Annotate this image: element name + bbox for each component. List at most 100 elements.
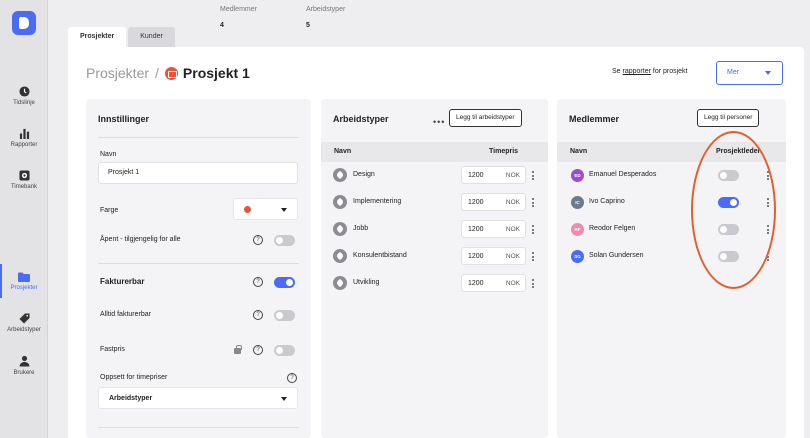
table-row: Jobb 1200 NOK bbox=[321, 216, 548, 243]
highlight-annotation bbox=[691, 131, 776, 289]
rate-value: 1200 bbox=[468, 172, 484, 179]
tag-icon bbox=[333, 168, 347, 182]
worktype-name: Implementering bbox=[353, 198, 402, 205]
rate-setup-label: Oppsett for timepriser bbox=[100, 374, 168, 381]
sidebar-item-brukere[interactable]: Brukere bbox=[0, 355, 48, 376]
rate-value: 1200 bbox=[468, 226, 484, 233]
rate-value: 1200 bbox=[468, 280, 484, 287]
help-icon[interactable]: ? bbox=[253, 310, 263, 320]
stat-value: 4 bbox=[220, 22, 224, 29]
billable-label: Fakturerbar bbox=[100, 277, 145, 286]
open-toggle[interactable] bbox=[274, 235, 295, 246]
stat-worktypes: Arbeidstyper 5 bbox=[306, 6, 345, 29]
rate-input[interactable]: 1200 NOK bbox=[461, 220, 526, 238]
report-link[interactable]: rapporter bbox=[623, 68, 651, 75]
tag-icon bbox=[333, 249, 347, 263]
currency: NOK bbox=[505, 226, 520, 233]
currency: NOK bbox=[505, 253, 520, 260]
rate-input[interactable]: 1200 NOK bbox=[461, 274, 526, 292]
member-name: Reodor Felgen bbox=[589, 225, 636, 232]
color-select[interactable] bbox=[233, 198, 298, 220]
avatar: SG bbox=[571, 250, 584, 263]
billable-toggle[interactable] bbox=[274, 277, 295, 288]
name-input[interactable]: Prosjekt 1 bbox=[98, 162, 298, 184]
rate-input[interactable]: 1200 NOK bbox=[461, 247, 526, 265]
sidebar-item-label: Rapporter bbox=[10, 142, 38, 148]
stat-members: Medlemmer 4 bbox=[220, 6, 257, 29]
worktypes-more-icon[interactable]: ••• bbox=[433, 117, 445, 127]
help-icon[interactable]: ? bbox=[287, 373, 297, 383]
avatar: RF bbox=[571, 223, 584, 236]
row-menu-icon[interactable] bbox=[532, 171, 535, 182]
page-title: Prosjekt 1 bbox=[182, 65, 250, 81]
row-menu-icon[interactable] bbox=[532, 252, 535, 263]
more-button[interactable]: Mer bbox=[716, 61, 783, 85]
clock-icon bbox=[18, 86, 30, 97]
worktype-name: Jobb bbox=[353, 225, 369, 232]
worktypes-panel: Arbeidstyper Legg til arbeidstyper Navn … bbox=[321, 99, 548, 438]
rate-input[interactable]: 1200 NOK bbox=[461, 166, 526, 184]
row-menu-icon[interactable] bbox=[532, 225, 535, 236]
main-tabs: Prosjekter Kunder bbox=[68, 27, 177, 47]
report-suffix: for prosjekt bbox=[652, 68, 688, 75]
currency: NOK bbox=[505, 280, 520, 287]
stat-label: Medlemmer bbox=[220, 6, 257, 13]
currency: NOK bbox=[505, 199, 520, 206]
help-icon[interactable]: ? bbox=[253, 277, 263, 287]
more-button-label: Mer bbox=[727, 69, 740, 76]
rate-setup-value: Arbeidstyper bbox=[109, 395, 153, 402]
settings-title: Innstillinger bbox=[98, 114, 150, 124]
app-logo[interactable] bbox=[12, 11, 36, 35]
lock-icon bbox=[234, 345, 242, 354]
user-icon bbox=[18, 355, 30, 367]
chevron-down-icon bbox=[281, 208, 287, 212]
breadcrumb-parent[interactable]: Prosjekter bbox=[86, 65, 149, 81]
sidebar-item-rapporter[interactable]: Rapporter bbox=[0, 128, 48, 148]
report-link-text: Se rapporter for prosjekt bbox=[612, 68, 688, 75]
breadcrumb: Prosjekter / Prosjekt 1 bbox=[86, 65, 250, 81]
tag-icon bbox=[333, 276, 347, 290]
stat-value: 5 bbox=[306, 22, 310, 29]
rate-setup-select[interactable]: Arbeidstyper bbox=[98, 387, 298, 409]
table-row: Implementering 1200 NOK bbox=[321, 189, 548, 216]
color-label: Farge bbox=[100, 207, 119, 214]
sidebar-item-label: Tidslinje bbox=[13, 100, 35, 106]
color-swatch bbox=[244, 206, 251, 213]
settings-panel: Innstillinger Navn Prosjekt 1 Farge Åpen… bbox=[86, 99, 311, 438]
sidebar-item-label: Arbeidstyper bbox=[7, 327, 41, 333]
tab-kunder[interactable]: Kunder bbox=[128, 27, 175, 47]
report-prefix: Se bbox=[612, 68, 621, 75]
help-icon[interactable]: ? bbox=[253, 235, 263, 245]
worktypes-title: Arbeidstyper bbox=[333, 114, 389, 124]
table-row: Design 1200 NOK bbox=[321, 162, 548, 189]
sidebar: Tidslinje Rapporter Timebank Prosjekter … bbox=[0, 0, 48, 438]
bar-chart-icon bbox=[19, 128, 29, 139]
name-label: Navn bbox=[100, 151, 117, 158]
worktype-name: Utvikling bbox=[353, 279, 380, 286]
row-menu-icon[interactable] bbox=[532, 279, 535, 290]
always-billable-toggle[interactable] bbox=[274, 310, 295, 321]
sidebar-item-tidslinje[interactable]: Tidslinje bbox=[0, 86, 48, 106]
sidebar-item-label: Brukere bbox=[13, 370, 35, 376]
tab-prosjekter[interactable]: Prosjekter bbox=[68, 27, 127, 47]
table-row: Utvikling 1200 NOK bbox=[321, 270, 548, 297]
col-name: Navn bbox=[570, 148, 588, 155]
currency: NOK bbox=[505, 172, 520, 179]
breadcrumb-separator: / bbox=[155, 65, 159, 81]
project-folder-icon bbox=[164, 66, 178, 80]
add-people-button[interactable]: Legg til personer bbox=[697, 109, 760, 127]
sidebar-item-label: Prosjekter bbox=[10, 285, 38, 291]
help-icon[interactable]: ? bbox=[253, 345, 263, 355]
col-name: Navn bbox=[334, 148, 352, 155]
sidebar-item-timebank[interactable]: Timebank bbox=[0, 170, 48, 190]
members-title: Medlemmer bbox=[569, 114, 620, 124]
row-menu-icon[interactable] bbox=[532, 198, 535, 209]
sidebar-item-arbeidstyper[interactable]: Arbeidstyper bbox=[0, 313, 48, 333]
divider bbox=[98, 263, 299, 264]
add-worktypes-button[interactable]: Legg til arbeidstyper bbox=[449, 109, 522, 127]
rate-input[interactable]: 1200 NOK bbox=[461, 193, 526, 211]
sidebar-item-prosjekter[interactable]: Prosjekter bbox=[0, 264, 48, 298]
col-rate: Timepris bbox=[489, 148, 519, 155]
fixed-price-toggle[interactable] bbox=[274, 345, 295, 356]
divider bbox=[98, 137, 299, 138]
